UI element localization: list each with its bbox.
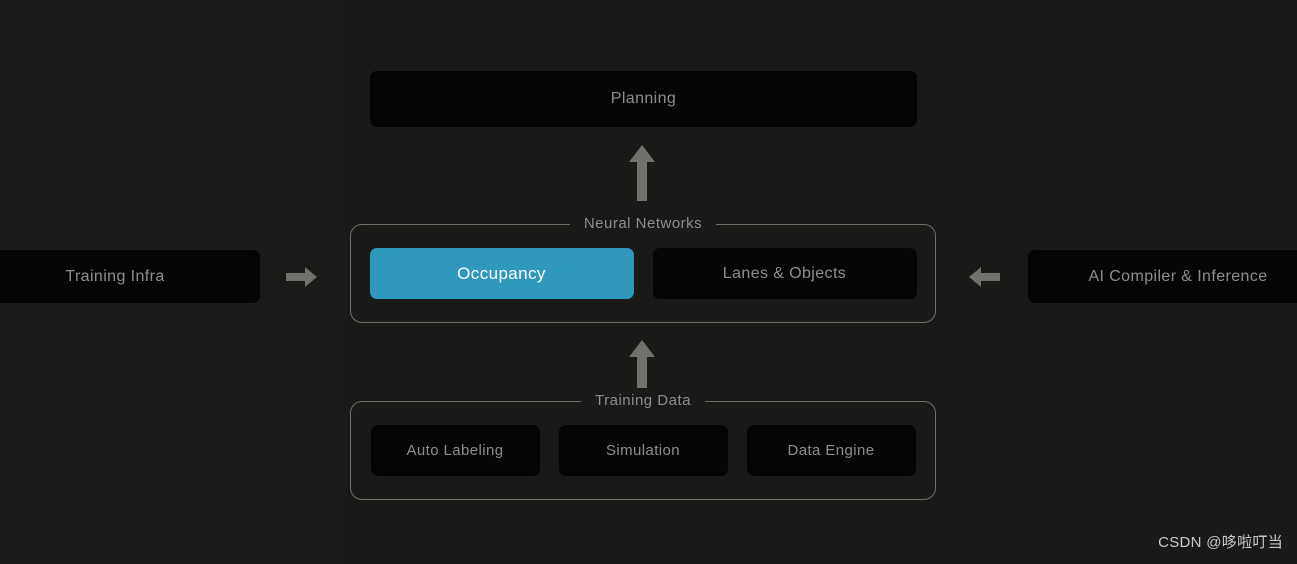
occupancy-label: Occupancy (457, 263, 546, 283)
auto-labeling-label: Auto Labeling (406, 442, 504, 459)
occupancy-block[interactable]: Occupancy (369, 248, 634, 299)
training-data-items: Auto Labeling Simulation Data Engine (351, 402, 935, 499)
training-infra-label: Training Infra (65, 267, 165, 285)
arrow-left-icon-compiler-to-nn (968, 266, 1000, 288)
watermark: CSDN @哆啦叮当 (1158, 534, 1283, 551)
simulation-label: Simulation (605, 442, 681, 459)
training-infra-block[interactable]: Training Infra (0, 250, 260, 303)
training-data-group: Training Data Auto Labeling Simulation D… (350, 391, 936, 500)
planning-label: Planning (610, 90, 677, 107)
ai-compiler-inference-label: AI Compiler & Inference (1088, 267, 1268, 285)
neural-networks-group: Neural Networks Occupancy Lanes & Object… (350, 214, 936, 323)
auto-labeling-block[interactable]: Auto Labeling (370, 425, 540, 476)
arrow-up-icon-data-to-nn (626, 338, 658, 388)
lanes-and-objects-block[interactable]: Lanes & Objects (652, 248, 917, 299)
neural-networks-items: Occupancy Lanes & Objects (351, 225, 935, 322)
simulation-block[interactable]: Simulation (558, 425, 728, 476)
arrow-right-icon-infra-to-nn (286, 266, 318, 288)
ai-compiler-inference-block[interactable]: AI Compiler & Inference (1028, 250, 1297, 303)
diagram-canvas: Planning Training Infra AI Compiler & In… (0, 0, 1297, 564)
arrow-up-icon-nn-to-planning (626, 143, 658, 201)
data-engine-label: Data Engine (787, 442, 875, 459)
data-engine-block[interactable]: Data Engine (746, 425, 916, 476)
lanes-and-objects-label: Lanes & Objects (722, 264, 847, 282)
planning-block[interactable]: Planning (370, 71, 917, 127)
